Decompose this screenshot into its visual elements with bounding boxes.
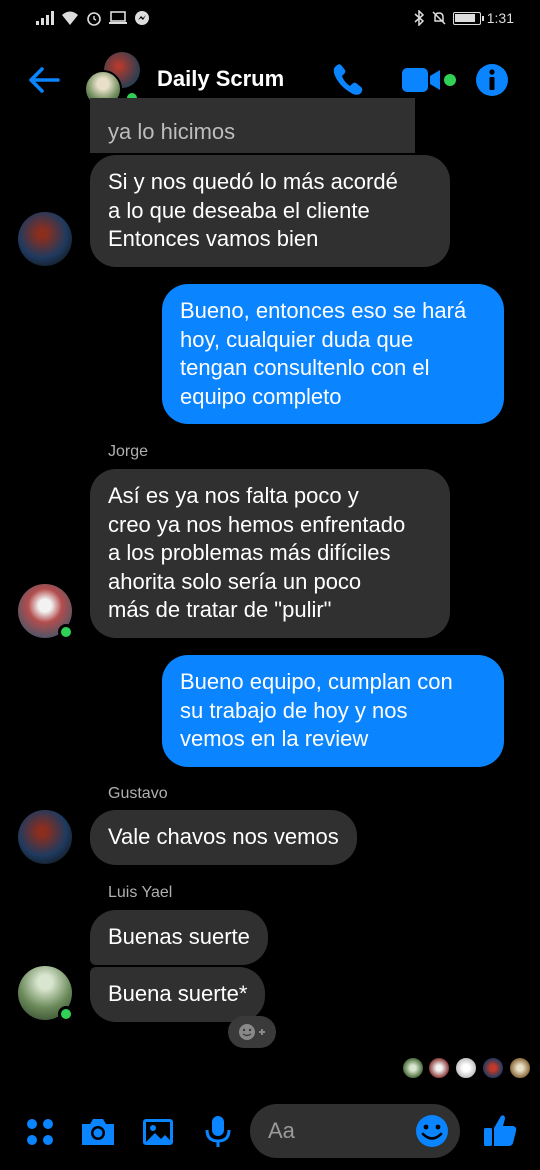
status-time: 1:31 xyxy=(486,10,514,26)
messenger-icon xyxy=(135,11,149,25)
read-receipt-avatar xyxy=(482,1057,504,1079)
message-bubble-incoming[interactable]: Así es ya nos falta poco y creo ya nos h… xyxy=(90,469,450,638)
alarm-icon xyxy=(87,12,101,26)
avatar[interactable] xyxy=(18,584,74,640)
battery-icon xyxy=(452,11,484,25)
image-icon[interactable] xyxy=(138,1112,178,1152)
info-icon[interactable] xyxy=(474,60,510,100)
avatar[interactable] xyxy=(18,212,72,266)
message-bubble-incoming[interactable]: Si y nos quedó lo más acordé a lo que de… xyxy=(90,155,450,267)
emoji-icon[interactable] xyxy=(412,1111,452,1151)
read-receipt-avatar xyxy=(455,1057,477,1079)
four-dots-icon[interactable] xyxy=(20,1112,60,1152)
bluetooth-icon xyxy=(414,10,424,26)
message-bubble-incoming[interactable]: Buenas suerte xyxy=(90,910,268,965)
emoji-plus-icon xyxy=(239,1024,265,1040)
avatar[interactable] xyxy=(18,966,74,1022)
wifi-icon xyxy=(62,11,78,25)
status-left xyxy=(36,10,150,26)
read-receipt-avatar xyxy=(509,1057,531,1079)
read-receipt-avatar xyxy=(428,1057,450,1079)
read-receipt-avatar xyxy=(402,1057,424,1079)
microphone-icon[interactable] xyxy=(198,1112,238,1152)
chat-title[interactable]: Daily Scrum xyxy=(157,66,284,92)
thumbs-up-icon[interactable] xyxy=(480,1110,520,1150)
message-bubble-incoming[interactable]: ya lo hicimos xyxy=(90,98,415,153)
online-indicator xyxy=(58,1006,74,1022)
add-reaction-button[interactable] xyxy=(228,1016,276,1048)
input-placeholder: Aa xyxy=(268,1118,295,1143)
message-bubble-incoming[interactable]: Vale chavos nos vemos xyxy=(90,810,357,865)
mute-bell-icon xyxy=(432,11,446,25)
sender-name: Luis Yael xyxy=(108,884,173,901)
sender-name: Gustavo xyxy=(108,785,168,802)
laptop-icon xyxy=(109,11,127,24)
message-bubble-outgoing[interactable]: Bueno equipo, cumplan con su trabajo de … xyxy=(162,655,504,767)
online-indicator xyxy=(58,624,74,640)
status-right: 1:31 xyxy=(413,10,514,26)
sender-name: Jorge xyxy=(108,443,149,460)
status-bar: 1:31 xyxy=(0,0,540,36)
phone-icon[interactable] xyxy=(330,60,366,100)
avatar[interactable] xyxy=(18,810,72,864)
back-arrow-icon[interactable] xyxy=(24,60,64,100)
camera-icon[interactable] xyxy=(78,1112,118,1152)
video-camera-icon[interactable] xyxy=(402,60,458,100)
message-bubble-outgoing[interactable]: Bueno, entonces eso se hará hoy, cualqui… xyxy=(162,284,504,424)
message-bubble-incoming[interactable]: Buena suerte* xyxy=(90,967,266,1022)
signal-icon xyxy=(36,11,54,25)
message-composer: Aa xyxy=(0,1098,540,1170)
